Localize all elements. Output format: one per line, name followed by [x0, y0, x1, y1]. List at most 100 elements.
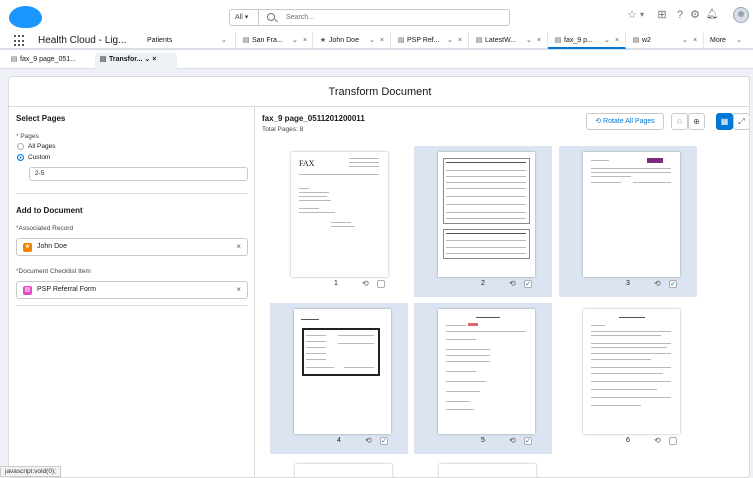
tab-fax-9[interactable]: ▤ fax_9 p... ⌄ × [548, 32, 626, 49]
page-preview[interactable]: FAX [291, 152, 388, 277]
grid-view-button[interactable]: ▦ [716, 113, 733, 130]
rotate-page-icon[interactable]: ⟲ [654, 436, 661, 445]
page-checkbox[interactable]: ✓ [524, 280, 532, 288]
rotate-page-icon[interactable]: ⟲ [654, 279, 661, 288]
chevron-down-icon[interactable]: ⌄ [447, 32, 453, 49]
rotate-all-label: Rotate All Pages [603, 118, 655, 125]
checklist-label: *Document Checklist Item [16, 268, 91, 275]
chevron-down-icon[interactable]: ⌄ [144, 56, 150, 63]
doc-icon: ▤ [10, 56, 18, 63]
tab-psp-referral[interactable]: ▤ PSP Ref... ⌄ × [391, 32, 469, 49]
zoom-in-button[interactable]: ⊕ [688, 113, 705, 130]
setup-gear-icon[interactable]: ⚙ [688, 8, 702, 22]
user-avatar[interactable] [733, 7, 749, 23]
app-launcher-icon[interactable] [14, 35, 26, 47]
help-icon[interactable]: ? [673, 8, 687, 22]
page-checkbox[interactable]: ✓ [669, 280, 677, 288]
custom-label[interactable]: Custom [28, 154, 50, 161]
subtab-transform[interactable]: ▤ Transfor... ⌄ × [95, 53, 177, 69]
close-icon[interactable]: × [615, 32, 619, 47]
tab-john-doe[interactable]: ★ John Doe ⌄ × [313, 32, 391, 49]
page-preview[interactable] [438, 309, 535, 434]
page-preview[interactable] [294, 309, 391, 434]
tab-label: fax_9 p... [564, 37, 593, 44]
chevron-down-icon[interactable]: ⌄ [604, 32, 610, 47]
page-checkbox[interactable] [377, 280, 385, 288]
global-search[interactable]: All ▾ Search... [229, 9, 510, 26]
chevron-down-icon[interactable]: ⌄ [682, 32, 688, 49]
chevron-down-icon[interactable]: ⌄ [369, 32, 375, 49]
page-preview[interactable] [438, 152, 535, 277]
rotate-page-icon[interactable]: ⟲ [365, 436, 372, 445]
tab-patients[interactable]: Patients ⌄ [141, 32, 236, 49]
page-thumbnail[interactable]: 3 ⟲ ✓ [559, 146, 697, 297]
rotate-page-icon[interactable]: ⟲ [509, 436, 516, 445]
tab-label: John Doe [329, 37, 359, 44]
zoom-out-icon: ⊖ [676, 117, 683, 126]
expand-icon: ⤢ [738, 117, 745, 126]
close-icon[interactable]: × [693, 32, 697, 49]
rotate-all-pages-button[interactable]: ⟲ Rotate All Pages [586, 113, 664, 130]
close-icon[interactable]: × [458, 32, 462, 49]
all-pages-radio[interactable] [17, 143, 24, 150]
search-icon [267, 13, 275, 21]
transform-document-card: Transform Document Select Pages * Pages … [8, 76, 750, 478]
page-preview[interactable] [583, 309, 680, 434]
favorites-menu-icon[interactable]: ▾ [635, 8, 649, 22]
doc-icon: ▤ [554, 37, 562, 44]
page-thumbnail[interactable]: 6 ⟲ [559, 303, 697, 454]
chevron-down-icon[interactable]: ⌄ [526, 32, 532, 49]
page-preview[interactable] [295, 464, 392, 477]
patient-record-icon: ★ [23, 243, 32, 252]
tab-san-francisco[interactable]: ▤ San Fra... ⌄ × [236, 32, 313, 49]
page-preview[interactable] [439, 464, 536, 477]
checklist-item-field[interactable]: ▤ PSP Referral Form × [16, 281, 248, 299]
clear-icon[interactable]: × [236, 239, 241, 255]
page-checkbox[interactable]: ✓ [380, 437, 388, 445]
add-icon[interactable]: ⊞ [655, 8, 669, 22]
tab-label: San Fra... [252, 37, 283, 44]
page-thumbnail[interactable]: 4 ⟲ ✓ [270, 303, 408, 454]
custom-radio[interactable] [17, 154, 24, 161]
page-thumbnail[interactable]: FAX 1 ⟲ [267, 146, 405, 297]
page-checkbox[interactable]: ✓ [524, 437, 532, 445]
search-input[interactable]: Search... [286, 10, 314, 25]
workspace-subtabs: ▤ fax_9 page_051... ▤ Transfor... ⌄ × [0, 50, 753, 69]
close-icon[interactable]: × [537, 32, 541, 49]
chevron-down-icon[interactable]: ⌄ [221, 32, 227, 49]
zoom-out-button[interactable]: ⊖ [671, 113, 688, 130]
notifications-bell-icon[interactable]: 🔔︎ [705, 8, 719, 22]
close-icon[interactable]: × [152, 56, 156, 63]
search-scope-select[interactable]: All ▾ [230, 10, 259, 25]
custom-pages-input[interactable]: 2-5 [29, 167, 248, 181]
select-pages-heading: Select Pages [16, 114, 66, 123]
rotate-page-icon[interactable]: ⟲ [509, 279, 516, 288]
chevron-down-icon: ⌄ [736, 37, 742, 44]
subtab-fax-9-page[interactable]: ▤ fax_9 page_051... [6, 53, 90, 69]
close-icon[interactable]: × [303, 32, 307, 49]
chevron-down-icon[interactable]: ⌄ [292, 32, 298, 49]
expand-button[interactable]: ⤢ [733, 113, 749, 130]
clear-icon[interactable]: × [236, 282, 241, 298]
all-pages-label[interactable]: All Pages [28, 143, 55, 150]
associated-record-label-text: Associated Record [18, 225, 74, 232]
tab-more[interactable]: More ⌄ [704, 32, 753, 49]
salesforce-logo[interactable] [9, 6, 42, 28]
close-icon[interactable]: × [380, 32, 384, 49]
tab-w2[interactable]: ▤ w2 ⌄ × [626, 32, 704, 49]
tab-latest-w[interactable]: ▤ LatestW... ⌄ × [469, 32, 548, 49]
person-icon: ★ [319, 37, 327, 44]
associated-record-field[interactable]: ★ John Doe × [16, 238, 248, 256]
divider [16, 193, 248, 194]
page-thumbnail[interactable]: 2 ⟲ ✓ [414, 146, 552, 297]
subtab-label: Transfor... [109, 56, 143, 63]
document-name: fax_9 page_0511201200011 [262, 114, 365, 123]
page-thumbnail[interactable]: 5 ⟲ ✓ [414, 303, 552, 454]
search-scope-label: All [235, 14, 243, 21]
doc-icon: ▤ [632, 37, 640, 44]
rotate-page-icon[interactable]: ⟲ [362, 279, 369, 288]
page-preview[interactable] [583, 152, 680, 277]
page-checkbox[interactable] [669, 437, 677, 445]
checklist-icon: ▤ [23, 286, 32, 295]
chevron-down-icon: ▾ [244, 14, 249, 21]
